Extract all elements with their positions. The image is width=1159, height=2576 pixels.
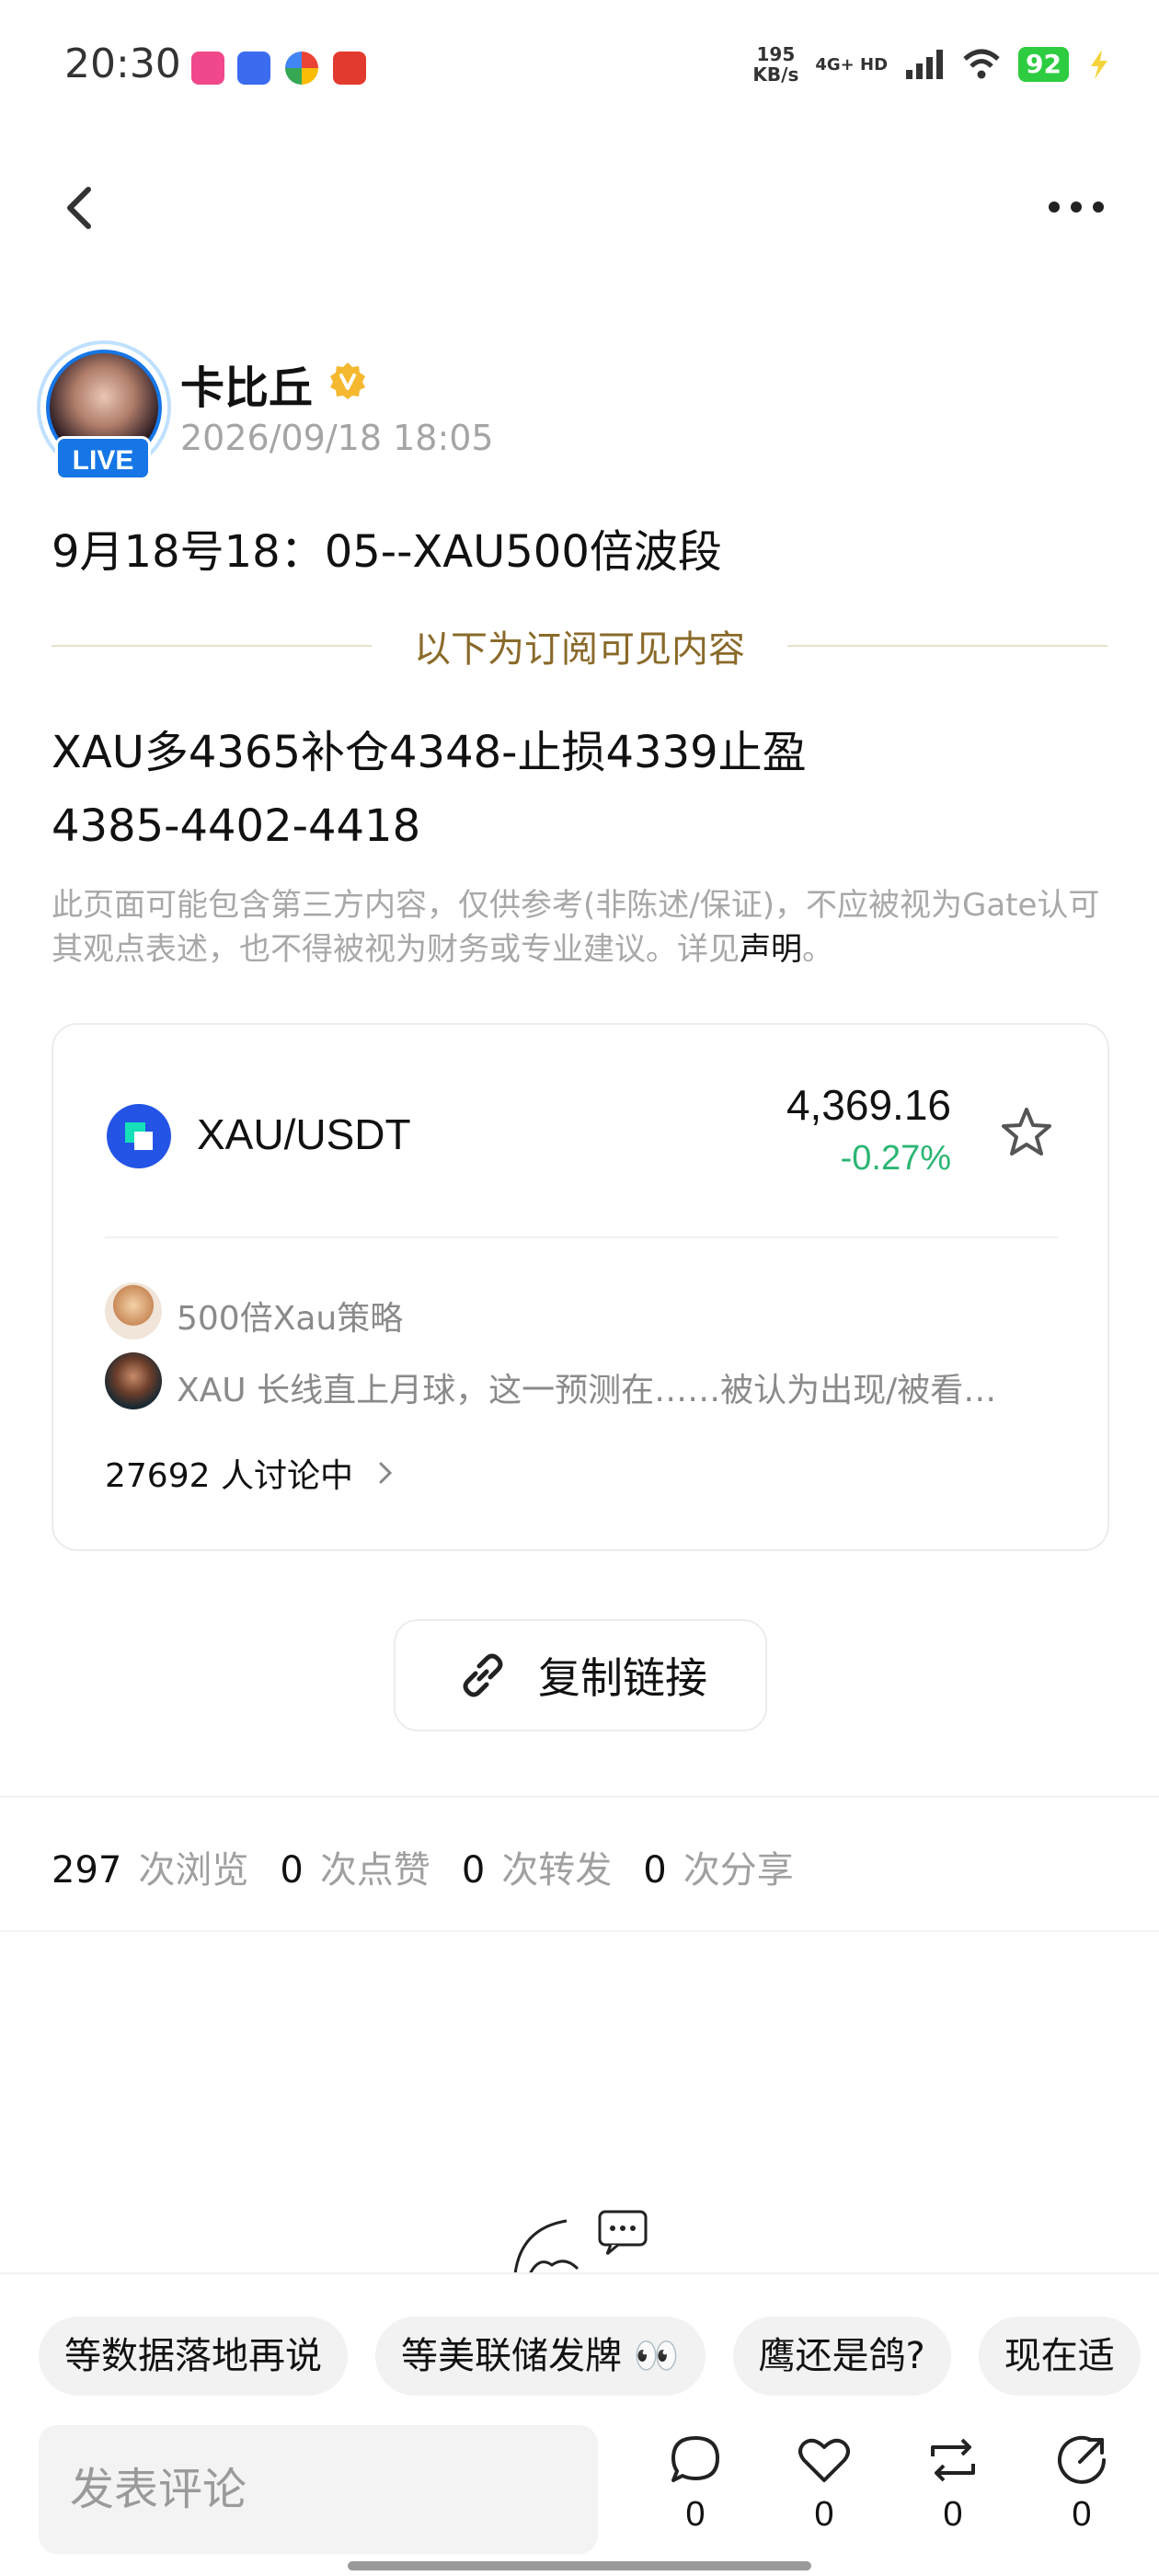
discussion-item[interactable]: XAU 长线直上月球，这一预测在……被认为出现/被看… [177, 1363, 1032, 1411]
disclaimer-end: 。 [802, 931, 833, 968]
comment-input[interactable]: 发表评论 [39, 2425, 598, 2554]
coin-icon-shape [134, 1132, 153, 1150]
subscription-divider: 以下为订阅可见内容 [52, 618, 1107, 673]
divider-line-right [787, 645, 1107, 647]
net-speed-value: 195 [756, 43, 796, 65]
empty-comments-illustration [513, 2210, 648, 2274]
likes-count: 0 [280, 1849, 304, 1892]
discussion-count: 27692 人讨论中 [105, 1457, 353, 1495]
copy-link-button[interactable]: 复制链接 [394, 1619, 767, 1731]
trading-pair-name: XAU/USDT [197, 1110, 411, 1158]
more-dots-icon [1049, 201, 1060, 213]
post-body: XAU多4365补仓4348-止损4339止盈 4385-4402-4418 [52, 716, 1082, 863]
views-count: 297 [52, 1849, 122, 1892]
pair-price: 4,369.16 [786, 1081, 951, 1129]
repost-button[interactable]: 0 [916, 2432, 990, 2535]
pair-change: -0.27% [840, 1139, 951, 1178]
chevron-right-icon [379, 1462, 393, 1484]
divider [0, 1930, 1159, 1932]
more-dot [1093, 201, 1104, 213]
views-label: 次浏览 [138, 1849, 249, 1892]
status-time: 20:30 [64, 40, 181, 87]
discussion-item[interactable]: 500倍Xau策略 [177, 1292, 403, 1340]
reposts-count: 0 [461, 1849, 486, 1892]
subscription-label: 以下为订阅可见内容 [414, 628, 745, 671]
share-button[interactable]: 0 [1045, 2432, 1119, 2535]
share-icon [1058, 2435, 1106, 2484]
chevron-left-icon [67, 187, 91, 229]
comment-icon [671, 2436, 719, 2482]
topic-chip[interactable]: 等数据落地再说 [39, 2317, 348, 2396]
verified-badge-icon [330, 362, 365, 399]
app-icon-pink [191, 52, 224, 85]
wifi-icon [963, 49, 1000, 79]
comment-count: 0 [685, 2495, 706, 2534]
home-indicator[interactable] [348, 2561, 811, 2570]
card-divider [105, 1236, 1058, 1238]
link-icon [463, 1653, 503, 1697]
post-body-line: 4385-4402-4418 [52, 800, 421, 852]
disclaimer: 此页面可能包含第三方内容，仅供参考(非陈述/保证)，不应被视为Gate认可其观点… [52, 883, 1109, 972]
favorite-star-icon[interactable] [997, 1104, 1056, 1163]
network-speed: 195 KB/s [752, 44, 798, 85]
app-icon-red [333, 52, 366, 85]
like-count: 0 [814, 2495, 834, 2534]
discussion-count-link[interactable]: 27692 人讨论中 [105, 1450, 399, 1496]
live-badge[interactable]: LIVE [55, 436, 151, 480]
coin-icon [107, 1104, 171, 1168]
status-indicators: 195 KB/s 4G+ HD 92 [752, 44, 1113, 85]
disclaimer-text: 此页面可能包含第三方内容，仅供参考(非陈述/保证)，不应被视为Gate认可其观点… [52, 887, 1100, 968]
bottom-bar: 等数据落地再说 等美联储发牌 👀 鹰还是鸽? 现在适 发表评论 0 0 0 0 [0, 2272, 1159, 2576]
charging-bolt-icon [1091, 50, 1107, 79]
avatar [105, 1352, 162, 1409]
topic-chip[interactable]: 现在适 [978, 2317, 1141, 2396]
shares-count: 0 [643, 1849, 667, 1892]
avatar [105, 1282, 162, 1340]
app-icon-chrome [285, 52, 318, 85]
repost-count: 0 [943, 2495, 963, 2534]
app-icon-blue [237, 52, 270, 85]
topic-chip[interactable]: 鹰还是鸽? [732, 2317, 951, 2396]
likes-label: 次点赞 [319, 1849, 430, 1892]
post-stats: 297 次浏览 0 次点赞 0 次转发 0 次分享 [52, 1840, 825, 1893]
author-name[interactable]: 卡比丘 [180, 351, 313, 416]
post-title: 9月18号18：05--XAU500倍波段 [52, 526, 722, 578]
topic-chip[interactable]: 等美联储发牌 👀 [375, 2317, 706, 2396]
reposts-label: 次转发 [501, 1849, 613, 1892]
repost-icon [931, 2438, 975, 2482]
market-card[interactable]: XAU/USDT 4,369.16 -0.27% 500倍Xau策略 XAU 长… [52, 1023, 1109, 1551]
signal-bars-icon [906, 50, 944, 79]
comment-button[interactable]: 0 [659, 2432, 732, 2535]
back-button[interactable] [55, 175, 110, 239]
like-button[interactable]: 0 [787, 2432, 861, 2535]
disclaimer-link[interactable]: 声明 [740, 931, 802, 968]
post-timestamp: 2026/09/18 18:05 [180, 418, 494, 458]
topic-chips: 等数据落地再说 等美联储发牌 👀 鹰还是鸽? 现在适 [39, 2317, 1141, 2396]
network-type: 4G+ HD [815, 54, 889, 75]
heart-icon [798, 2438, 850, 2482]
shares-label: 次分享 [683, 1849, 794, 1892]
copy-link-label: 复制链接 [538, 1653, 707, 1703]
post-body-line: XAU多4365补仓4348-止损4339止盈 [52, 727, 807, 778]
battery-level: 92 [1018, 47, 1069, 82]
more-dot [1071, 201, 1082, 213]
share-count: 0 [1072, 2495, 1092, 2534]
more-options-button[interactable] [1039, 179, 1113, 235]
divider-line-left [52, 645, 372, 647]
net-speed-unit: KB/s [752, 63, 799, 86]
divider [0, 1796, 1159, 1798]
